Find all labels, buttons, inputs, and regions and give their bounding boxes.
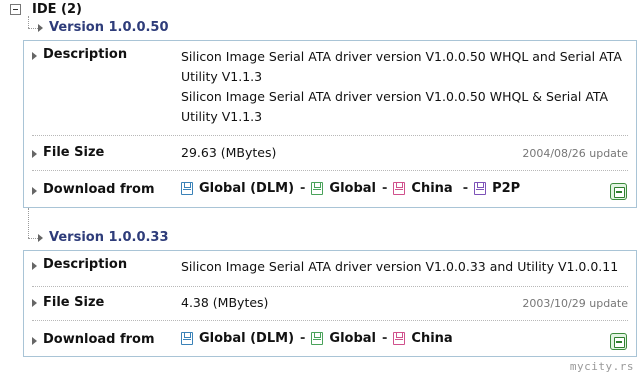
version-title-2[interactable]: Version 1.0.0.33 [49, 230, 169, 245]
download-link-global-dlm[interactable]: Global (DLM) [199, 331, 294, 346]
download-link-china[interactable]: China [411, 181, 452, 196]
tree-connector [28, 238, 38, 239]
divider [32, 320, 628, 321]
expand-triangle-icon[interactable] [38, 234, 43, 242]
description-triangle-icon [32, 262, 37, 270]
download-manager-icon[interactable] [610, 183, 627, 200]
update-date: 2004/08/26 update [522, 147, 628, 160]
download-label: Download from [43, 332, 155, 347]
description-line: Silicon Image Serial ATA driver version … [181, 89, 609, 104]
download-link-global-dlm[interactable]: Global (DLM) [199, 181, 294, 196]
download-manager-icon[interactable] [610, 333, 627, 350]
floppy-disk-icon [311, 332, 324, 345]
download-link-p2p[interactable]: P2P [492, 181, 520, 196]
description-line: Utility V1.1.3 [181, 69, 263, 84]
description-value: Silicon Image Serial ATA driver version … [181, 257, 618, 277]
filesize-label: File Size [43, 145, 105, 160]
floppy-disk-icon [181, 332, 193, 345]
link-separator: - [300, 181, 306, 196]
version-panel-2: Description Silicon Image Serial ATA dri… [23, 250, 637, 357]
download-links: Global (DLM) - Global - China - P2P [181, 181, 520, 196]
divider [32, 286, 628, 287]
description-line: Silicon Image Serial ATA driver version … [181, 259, 619, 274]
version-title-1[interactable]: Version 1.0.0.50 [49, 20, 169, 35]
divider [32, 135, 628, 136]
floppy-disk-icon [393, 332, 406, 345]
filesize-triangle-icon [32, 150, 37, 158]
update-date: 2003/10/29 update [522, 297, 628, 310]
tree-connector [28, 208, 29, 238]
download-link-china[interactable]: China [411, 331, 452, 346]
filesize-value: 4.38 (MBytes) [181, 295, 269, 310]
link-separator: - [382, 331, 388, 346]
filesize-triangle-icon [32, 299, 37, 307]
floppy-disk-icon [181, 182, 193, 195]
download-label: Download from [43, 182, 155, 197]
description-label: Description [43, 257, 128, 272]
link-separator: - [462, 181, 469, 196]
watermark: mycity.rs [569, 360, 634, 373]
description-line: Utility V1.1.3 [181, 109, 263, 124]
link-separator: - [300, 331, 306, 346]
description-value: Silicon Image Serial ATA driver version … [181, 47, 622, 127]
filesize-value: 29.63 (MBytes) [181, 145, 277, 160]
category-title: IDE (2) [32, 2, 82, 17]
tree-connector [28, 16, 29, 28]
description-line: Silicon Image Serial ATA driver version … [181, 49, 622, 64]
version-panel-1: Description Silicon Image Serial ATA dri… [23, 40, 637, 208]
collapse-toggle-icon[interactable] [10, 4, 21, 15]
floppy-disk-icon [393, 182, 406, 195]
download-link-global[interactable]: Global [329, 181, 376, 196]
description-label: Description [43, 47, 128, 62]
expand-triangle-icon[interactable] [38, 24, 43, 32]
description-triangle-icon [32, 52, 37, 60]
floppy-disk-icon [474, 182, 487, 195]
divider [32, 170, 628, 171]
link-separator: - [382, 181, 388, 196]
download-triangle-icon [32, 187, 37, 195]
tree-connector [28, 28, 38, 29]
filesize-label: File Size [43, 295, 105, 310]
download-links: Global (DLM) - Global - China [181, 331, 453, 346]
download-link-global[interactable]: Global [329, 331, 376, 346]
floppy-disk-icon [311, 182, 324, 195]
download-triangle-icon [32, 337, 37, 345]
